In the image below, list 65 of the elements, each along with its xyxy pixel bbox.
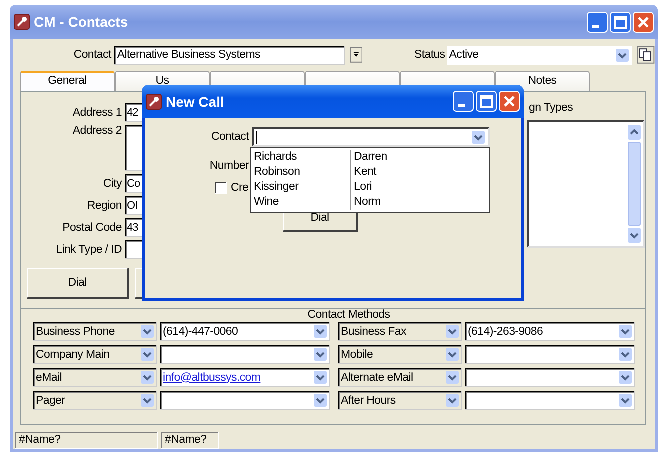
type-combo[interactable]: Pager [33,391,157,410]
list-box[interactable] [527,120,645,248]
close-icon[interactable] [633,12,654,32]
value-combo[interactable] [465,345,635,364]
type-combo[interactable]: After Hours [338,391,462,410]
scroll-up-icon[interactable] [628,125,641,140]
value-combo[interactable] [160,345,330,364]
value-combo[interactable] [160,391,330,410]
tab[interactable]: General [20,71,115,91]
checkbox-label: Cre [231,182,249,194]
maximize-icon[interactable] [476,91,497,112]
type-combo[interactable]: Business Phone [33,322,157,341]
list-item[interactable]: Robinson [251,165,351,180]
key-icon [146,94,162,110]
value-combo[interactable]: info@altbussys.com [160,368,330,387]
list-item[interactable]: Richards [251,150,351,165]
status-label: Status [414,49,446,61]
close-icon[interactable] [499,91,520,112]
contact-label: Contact [72,49,113,61]
dropdown-button[interactable] [616,48,630,62]
list-item[interactable]: Kissinger [251,180,351,195]
value-combo[interactable]: (614)-447-0060 [160,322,330,341]
field-label: City [102,178,122,190]
value-combo[interactable]: (614)-263-9086 [465,322,635,341]
field-label: Region [86,200,122,212]
dial-button[interactable]: Dial [27,268,129,299]
status-field: #Name? [15,432,158,449]
dropdown-button[interactable] [472,130,485,144]
list-label: gn Types [529,102,574,114]
list-item[interactable]: Lori [351,180,372,195]
list-item[interactable]: Wine [251,195,351,210]
number-label: Number [208,160,250,172]
field-label: Address 1 [72,106,122,118]
type-combo[interactable]: Alternate eMail [338,368,462,387]
contact-label: Contact [210,131,250,143]
contact-field[interactable] [252,127,490,147]
type-combo[interactable]: Business Fax [338,322,462,341]
contact-field[interactable]: Alternative Business Systems [114,46,345,64]
scroll-down-icon[interactable] [628,228,641,243]
copy-icon[interactable] [637,46,655,64]
minimize-icon[interactable] [453,91,474,112]
field-label: Link Type / ID [55,244,122,256]
status-field[interactable]: Active [447,46,632,64]
dialog-title: New Call [166,94,226,110]
type-combo[interactable]: Mobile [338,345,462,364]
scrollbar[interactable] [628,125,641,243]
field-label: Postal Code [62,222,122,234]
section-title: Contact Methods [306,309,392,322]
maximize-icon[interactable] [610,12,631,32]
list-item[interactable]: Darren [351,150,388,165]
dropdown-button[interactable] [350,47,362,63]
checkbox[interactable] [215,182,227,194]
window-title: CM - Contacts [34,14,130,30]
minimize-icon[interactable] [587,12,608,32]
key-icon [14,14,30,30]
value-combo[interactable] [465,391,635,410]
type-combo[interactable]: eMail [33,368,157,387]
tab[interactable]: Notes [495,71,590,91]
field-label: Address 2 [72,125,122,137]
type-combo[interactable]: Company Main [33,345,157,364]
email-link[interactable]: info@altbussys.com [163,372,314,384]
status-field: #Name? [161,432,219,449]
scroll-thumb[interactable] [628,142,641,226]
value-combo[interactable] [465,368,635,387]
list-item[interactable]: Kent [351,165,376,180]
